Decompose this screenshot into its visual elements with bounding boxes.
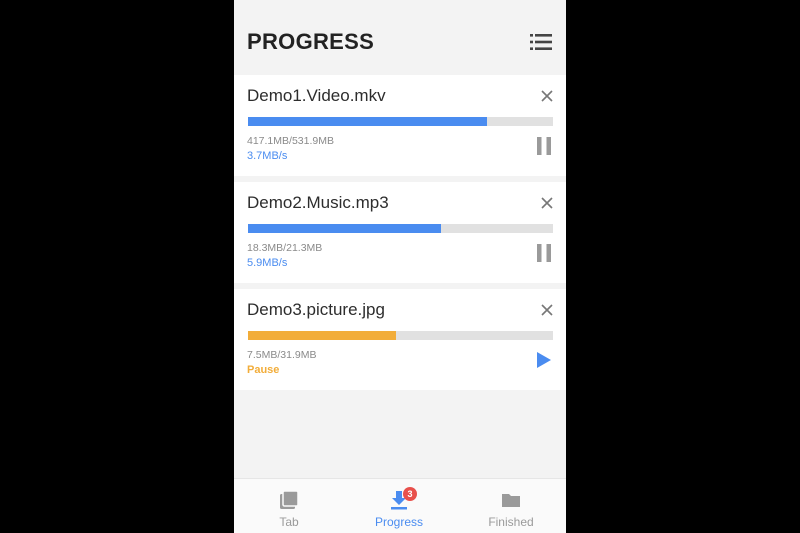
tab-finished[interactable]: Finished <box>456 479 566 533</box>
file-name: Demo2.Music.mp3 <box>247 193 389 212</box>
file-name: Demo3.picture.jpg <box>247 300 385 319</box>
paused-status: Pause <box>247 364 280 376</box>
pause-icon[interactable] <box>536 137 552 155</box>
close-icon[interactable] <box>540 89 554 103</box>
progress-bar <box>248 117 553 126</box>
bottom-tab-bar: Tab 3 Progress Finished <box>234 478 566 533</box>
download-item: Demo2.Music.mp3 18.3MB/21.3MB 5.9MB/s <box>234 182 566 283</box>
header: PROGRESS <box>234 0 566 75</box>
download-item: Demo1.Video.mkv 417.1MB/531.9MB 3.7MB/s <box>234 75 566 176</box>
progress-bar <box>248 331 553 340</box>
file-size: 7.5MB/31.9MB <box>247 349 317 361</box>
close-icon[interactable] <box>540 303 554 317</box>
download-item: Demo3.picture.jpg 7.5MB/31.9MB Pause <box>234 289 566 390</box>
tab-label: Tab <box>279 515 299 529</box>
tabs-icon <box>280 490 299 509</box>
play-icon[interactable] <box>536 351 552 369</box>
file-size: 417.1MB/531.9MB <box>247 135 334 147</box>
tab-label: Progress <box>374 515 424 529</box>
tab-progress[interactable]: 3 Progress <box>344 479 454 533</box>
progress-fill <box>248 117 488 126</box>
file-name: Demo1.Video.mkv <box>247 86 386 105</box>
tab-tab[interactable]: Tab <box>234 479 344 533</box>
tab-label: Finished <box>488 515 534 529</box>
download-speed: 5.9MB/s <box>247 257 288 269</box>
folder-icon <box>502 494 520 507</box>
progress-fill <box>248 331 396 340</box>
progress-bar <box>248 224 553 233</box>
file-size: 18.3MB/21.3MB <box>247 242 323 254</box>
progress-fill <box>248 224 442 233</box>
notification-badge: 3 <box>403 487 417 501</box>
page-title: PROGRESS <box>247 29 375 54</box>
list-menu-icon[interactable] <box>530 34 552 50</box>
download-speed: 3.7MB/s <box>247 150 288 162</box>
close-icon[interactable] <box>540 196 554 210</box>
phone-screen: PROGRESS Demo1.Video.mkv 417.1MB/531.9MB… <box>234 0 566 533</box>
pause-icon[interactable] <box>536 244 552 262</box>
